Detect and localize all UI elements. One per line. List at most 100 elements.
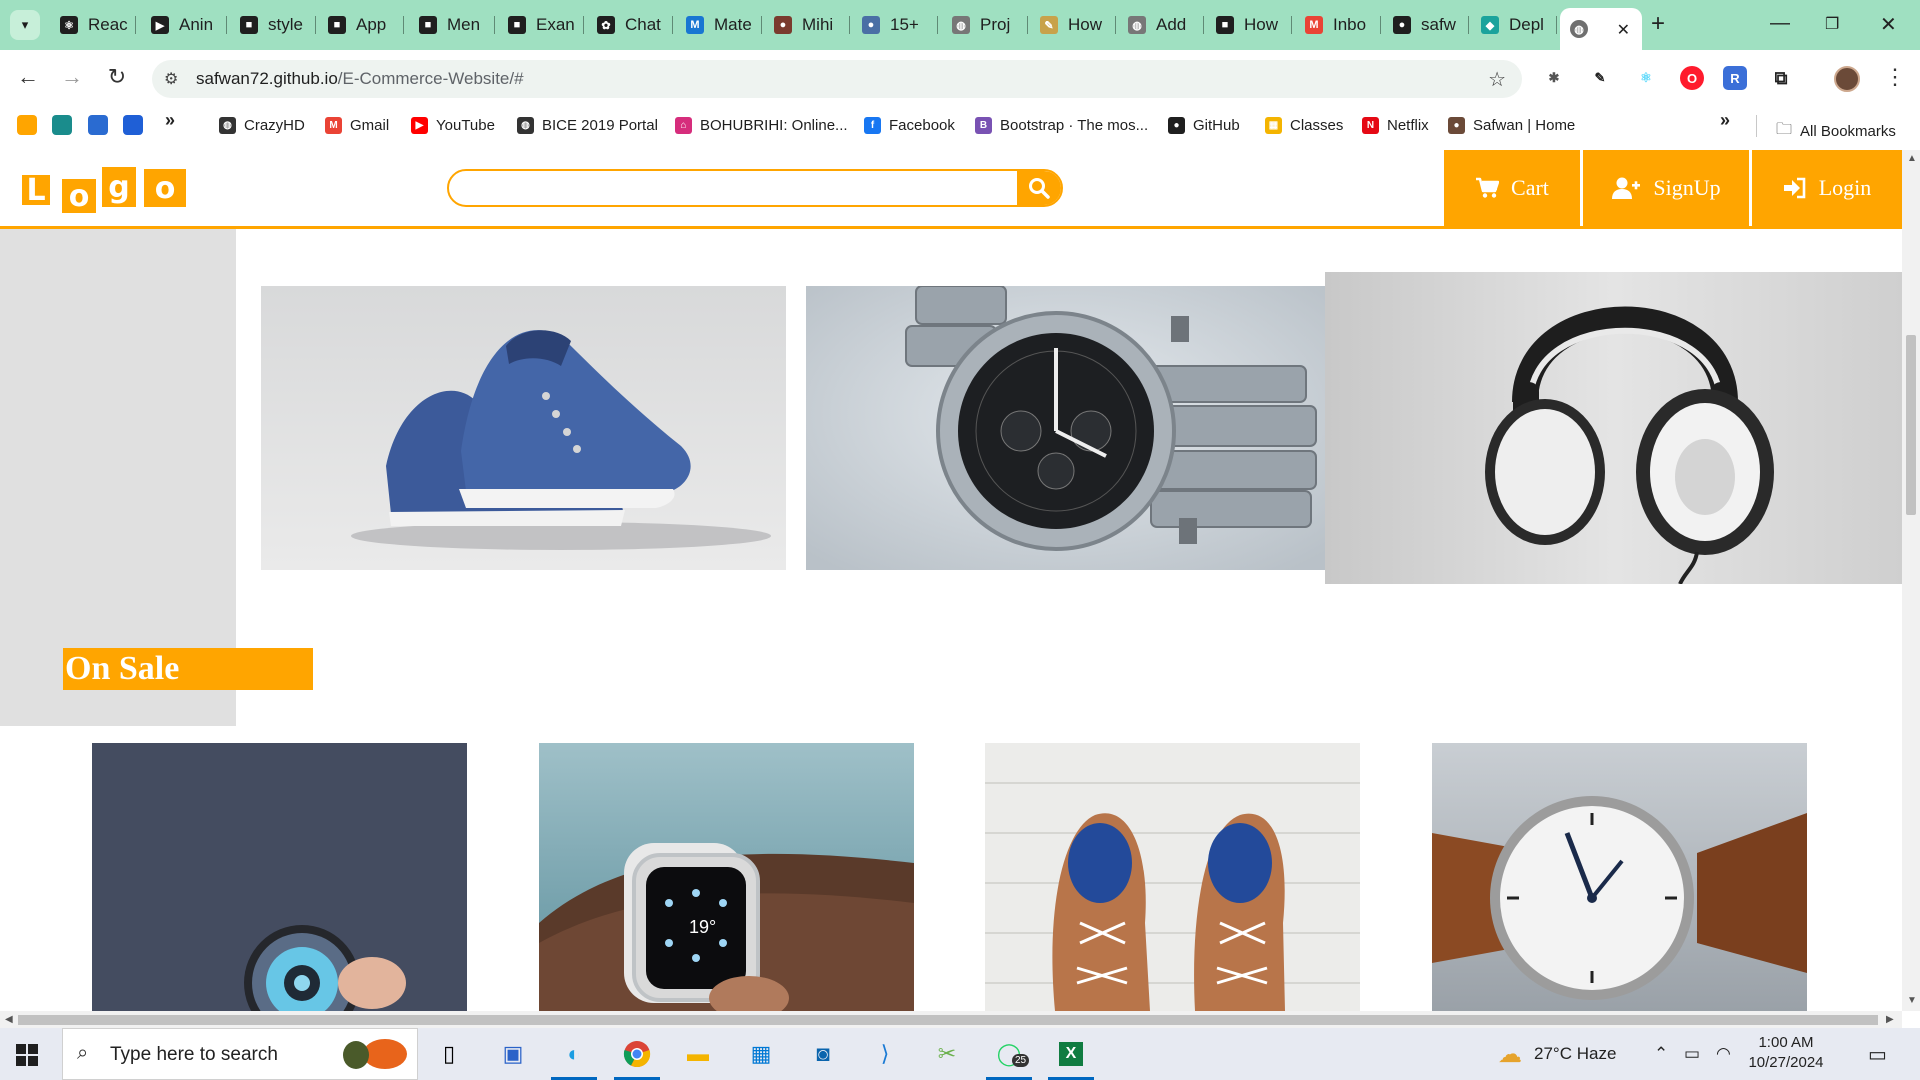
store-icon[interactable]: ▦ bbox=[744, 1038, 778, 1070]
browser-tab[interactable]: ■ App bbox=[318, 10, 404, 40]
active-tab[interactable]: ◍ ✕ bbox=[1560, 8, 1642, 50]
bookmark-item[interactable]: ▦ Classes bbox=[1265, 117, 1343, 134]
react-devtools-icon[interactable]: ⚛ bbox=[1634, 66, 1658, 90]
browser-tab[interactable]: ● 15+ bbox=[852, 10, 938, 40]
search-button[interactable] bbox=[1017, 171, 1061, 205]
browser-tab[interactable]: ■ style bbox=[230, 10, 316, 40]
sneakers-image[interactable] bbox=[261, 286, 786, 570]
headphones-image[interactable] bbox=[1325, 272, 1902, 584]
browser-tab[interactable]: ■ Men bbox=[409, 10, 495, 40]
sale-shoes-image[interactable] bbox=[985, 743, 1360, 1011]
browser-tab[interactable]: ✎ How bbox=[1030, 10, 1116, 40]
bookmarks-more-icon[interactable]: » bbox=[1720, 110, 1730, 131]
sale-leather-watch-image[interactable] bbox=[1432, 743, 1807, 1011]
browser-tab[interactable]: ■ Exan bbox=[498, 10, 584, 40]
minimize-icon[interactable]: — bbox=[1770, 12, 1790, 35]
whatsapp-icon[interactable]: ◯ 25 bbox=[986, 1038, 1032, 1080]
browser-tab[interactable]: ✿ Chat bbox=[587, 10, 673, 40]
profile-avatar[interactable] bbox=[1834, 66, 1860, 92]
bookmark-item[interactable]: ● GitHub bbox=[1168, 117, 1240, 134]
bookmark-item[interactable]: ◍ CrazyHD bbox=[219, 117, 305, 134]
bookmark-app-icon[interactable] bbox=[88, 115, 108, 135]
reload-icon[interactable]: ↻ bbox=[103, 64, 131, 90]
browser-tab[interactable]: ⚛ Reac bbox=[50, 10, 136, 40]
search-input[interactable] bbox=[449, 171, 1019, 205]
back-icon[interactable]: ← bbox=[14, 64, 42, 90]
browser-tab[interactable]: ● Mihi bbox=[764, 10, 850, 40]
battery-icon[interactable]: ▭ bbox=[1684, 1044, 1700, 1064]
browser-tab[interactable]: M Mate bbox=[676, 10, 762, 40]
bug-extension-icon[interactable]: ✱ bbox=[1542, 66, 1566, 90]
bookmark-item[interactable]: ◍ BICE 2019 Portal bbox=[517, 117, 658, 134]
file-app-icon[interactable]: ▣ bbox=[496, 1038, 530, 1070]
bookmark-item[interactable]: N Netflix bbox=[1362, 117, 1429, 134]
notifications-icon[interactable]: ▭ bbox=[1868, 1042, 1887, 1067]
restore-icon[interactable]: ❐ bbox=[1825, 14, 1839, 34]
edge-icon[interactable]: ◐ bbox=[551, 1038, 597, 1080]
excel-icon[interactable]: X bbox=[1048, 1038, 1094, 1080]
taskbar-search-box[interactable]: ⌕ Type here to search bbox=[62, 1028, 418, 1080]
scroll-right-icon[interactable]: ▶ bbox=[1886, 1014, 1894, 1025]
eyedropper-extension-icon[interactable]: ✎ bbox=[1588, 66, 1612, 90]
tab-search-icon[interactable]: ▾ bbox=[10, 10, 40, 40]
browser-menu-icon[interactable]: ⋮ bbox=[1884, 64, 1906, 90]
show-hidden-icons-icon[interactable]: ⌃ bbox=[1654, 1044, 1668, 1064]
bookmark-item[interactable]: ▶ YouTube bbox=[411, 117, 495, 134]
sale-watch-image[interactable] bbox=[92, 743, 467, 1011]
address-bar[interactable]: ⚙ safwan72.github.io/E-Commerce-Website/… bbox=[152, 60, 1522, 98]
horizontal-scrollbar[interactable]: ◀ ▶ bbox=[0, 1011, 1902, 1028]
file-explorer-icon[interactable]: ▬ bbox=[681, 1038, 715, 1070]
scroll-up-icon[interactable]: ▲ bbox=[1907, 153, 1917, 164]
task-view-icon[interactable]: ▯ bbox=[432, 1038, 466, 1070]
vscode-icon[interactable]: ⟩ bbox=[868, 1038, 902, 1070]
site-info-icon[interactable]: ⚙ bbox=[164, 69, 178, 89]
all-bookmarks-button[interactable]: 🗀 All Bookmarks bbox=[1776, 118, 1896, 145]
chronograph-watch-image[interactable] bbox=[806, 286, 1325, 570]
bookmark-item[interactable]: ⌂ BOHUBRIHI: Online... bbox=[675, 117, 848, 134]
browser-tab[interactable]: ■ How bbox=[1206, 10, 1292, 40]
r-extension-icon[interactable]: R bbox=[1723, 66, 1747, 90]
bookmark-item[interactable]: ● Safwan | Home bbox=[1448, 117, 1575, 134]
snipping-tool-icon[interactable]: ✂ bbox=[930, 1038, 964, 1070]
bookmark-label: Classes bbox=[1290, 117, 1344, 134]
bookmark-star-icon[interactable]: ☆ bbox=[1488, 67, 1506, 92]
system-clock[interactable]: 1:00 AM 10/27/2024 bbox=[1744, 1033, 1828, 1073]
bookmark-app-icon[interactable] bbox=[52, 115, 72, 135]
close-window-icon[interactable]: ✕ bbox=[1880, 12, 1897, 37]
bookmark-item[interactable]: M Gmail bbox=[325, 117, 389, 134]
login-link[interactable]: Login bbox=[1752, 150, 1902, 226]
horizontal-scroll-thumb[interactable] bbox=[18, 1015, 1878, 1025]
bookmark-item[interactable]: f Facebook bbox=[864, 117, 955, 134]
forward-icon[interactable]: → bbox=[58, 64, 86, 90]
vertical-scroll-thumb[interactable] bbox=[1906, 335, 1916, 515]
extensions-puzzle-icon[interactable]: ⧉ bbox=[1769, 66, 1793, 90]
outlook-icon[interactable]: ◙ bbox=[806, 1038, 840, 1070]
weather-icon[interactable]: ☁ bbox=[1498, 1040, 1522, 1069]
sale-smartwatch-image[interactable]: 19° bbox=[539, 743, 914, 1011]
cart-link[interactable]: Cart bbox=[1444, 150, 1580, 226]
browser-tab[interactable]: ◍ Add bbox=[1118, 10, 1204, 40]
tab-label: style bbox=[268, 15, 303, 34]
wifi-icon[interactable]: ◠ bbox=[1716, 1044, 1731, 1064]
browser-tab[interactable]: ▶ Anin bbox=[141, 10, 227, 40]
browser-tab[interactable]: ◍ Proj bbox=[942, 10, 1028, 40]
chrome-icon[interactable] bbox=[614, 1038, 660, 1080]
weather-text[interactable]: 27°C Haze bbox=[1534, 1044, 1616, 1064]
bookmark-app-icon[interactable] bbox=[123, 115, 143, 135]
browser-tab[interactable]: ● safw bbox=[1383, 10, 1469, 40]
opera-extension-icon[interactable]: O bbox=[1680, 66, 1704, 90]
bookmark-item[interactable]: B Bootstrap · The mos... bbox=[975, 117, 1148, 134]
bookmark-app-icon[interactable] bbox=[17, 115, 37, 135]
windows-start-icon[interactable] bbox=[16, 1044, 38, 1066]
scroll-down-icon[interactable]: ▼ bbox=[1907, 995, 1917, 1006]
vertical-scrollbar[interactable]: ▲ ▼ bbox=[1902, 150, 1920, 1011]
browser-tab[interactable]: M Inbo bbox=[1295, 10, 1381, 40]
new-tab-icon[interactable]: + bbox=[1651, 12, 1665, 36]
browser-tab[interactable]: ◆ Depl bbox=[1471, 10, 1557, 40]
bookmarks-overflow-icon[interactable]: » bbox=[165, 110, 175, 131]
scroll-left-icon[interactable]: ◀ bbox=[5, 1014, 13, 1025]
close-tab-icon[interactable]: ✕ bbox=[1617, 20, 1630, 40]
tab-label: Reac bbox=[88, 15, 128, 34]
signup-link[interactable]: SignUp bbox=[1583, 150, 1749, 226]
url-text[interactable]: safwan72.github.io/E-Commerce-Website/# bbox=[196, 69, 524, 89]
